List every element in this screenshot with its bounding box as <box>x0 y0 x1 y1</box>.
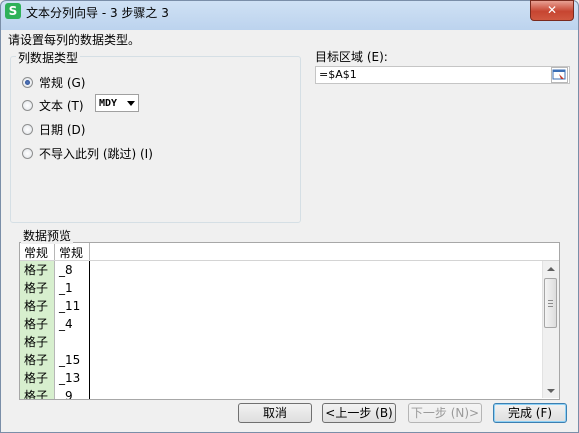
cancel-button[interactable]: 取消 <box>238 403 312 423</box>
window-title: 文本分列向导 - 3 步骤之 3 <box>26 6 169 20</box>
preview-cell: _11 <box>59 299 81 313</box>
preview-cell: 格子 <box>24 389 49 400</box>
grip-line <box>548 306 553 307</box>
next-button[interactable]: 下一步 (N)> <box>408 403 482 423</box>
radio-general[interactable]: 常规 (G) <box>22 74 85 90</box>
preview-cell: _9 <box>59 389 73 400</box>
column-divider <box>54 243 55 260</box>
title-bar[interactable]: S 文本分列向导 - 3 步骤之 3 ✕ <box>1 0 578 23</box>
scroll-up-icon[interactable] <box>547 267 555 271</box>
preview-cell: 格子 <box>24 299 49 313</box>
radio-skip[interactable]: 不导入此列 (跳过) (I) <box>22 145 153 161</box>
preview-cell: 格子 <box>24 281 49 295</box>
finish-button[interactable]: 完成 (F) <box>493 403 567 423</box>
grip-line <box>548 303 553 304</box>
preview-col2-header[interactable]: 常规 <box>59 244 83 261</box>
column-divider <box>54 261 55 399</box>
target-range-input[interactable]: =$A$1 <box>315 66 570 84</box>
grip-line <box>548 300 553 301</box>
chevron-down-icon[interactable] <box>127 101 135 106</box>
radio-text-icon[interactable] <box>22 99 33 111</box>
radio-skip-label: 不导入此列 (跳过) (I) <box>39 146 153 161</box>
instruction-text: 请设置每列的数据类型。 <box>8 33 141 47</box>
dialog-window: S 文本分列向导 - 3 步骤之 3 ✕ 请设置每列的数据类型。 列数据类型 常… <box>0 0 579 433</box>
target-range-value: =$A$1 <box>319 68 357 81</box>
preview-cell: 格子 <box>24 371 49 385</box>
radio-text[interactable]: 文本 (T) <box>22 97 84 113</box>
radio-skip-icon[interactable] <box>22 147 33 159</box>
target-range-label: 目标区域 (E): <box>315 50 388 64</box>
data-preview: 常规 常规 格子 _8 格子 _1 格子 _11 格子 _4 格子 格子 _15… <box>19 242 560 400</box>
radio-general-icon[interactable] <box>22 76 33 88</box>
range-picker-icon <box>552 69 566 80</box>
preview-label: 数据预览 <box>21 227 74 244</box>
preview-col1-header[interactable]: 常规 <box>24 244 48 261</box>
close-button[interactable]: ✕ <box>530 0 574 21</box>
column-type-legend: 列数据类型 <box>16 49 81 66</box>
radio-general-label: 常规 (G) <box>39 75 86 90</box>
range-picker-button[interactable] <box>551 67 568 83</box>
preview-header: 常规 常规 <box>20 243 559 261</box>
preview-cell: _15 <box>59 353 81 367</box>
column-divider <box>89 243 90 260</box>
date-format-select[interactable]: MDY <box>95 94 139 112</box>
dialog-content: 请设置每列的数据类型。 列数据类型 常规 (G) 文本 (T) 日期 (D) M… <box>3 30 576 432</box>
scroll-down-icon[interactable] <box>547 389 555 393</box>
vertical-scrollbar[interactable] <box>542 261 559 398</box>
scroll-thumb[interactable] <box>544 278 557 328</box>
column-divider <box>89 261 90 399</box>
column-type-group: 列数据类型 常规 (G) 文本 (T) 日期 (D) MDY 不导入此列 (跳过… <box>10 49 301 223</box>
radio-date-icon[interactable] <box>22 123 33 135</box>
radio-date-label: 日期 (D) <box>39 122 86 137</box>
preview-cell: _1 <box>59 281 73 295</box>
preview-cell: _13 <box>59 371 81 385</box>
preview-cell: 格子 <box>24 335 49 349</box>
radio-text-label: 文本 (T) <box>39 98 84 113</box>
app-logo-icon: S <box>5 3 21 19</box>
preview-cell: _8 <box>59 263 73 277</box>
preview-cell: 格子 <box>24 317 49 331</box>
radio-date[interactable]: 日期 (D) <box>22 121 85 137</box>
preview-cell: _4 <box>59 317 73 331</box>
date-format-value: MDY <box>99 97 118 109</box>
back-button[interactable]: <上一步 (B) <box>322 403 396 423</box>
preview-cell: 格子 <box>24 263 49 277</box>
preview-cell: 格子 <box>24 353 49 367</box>
